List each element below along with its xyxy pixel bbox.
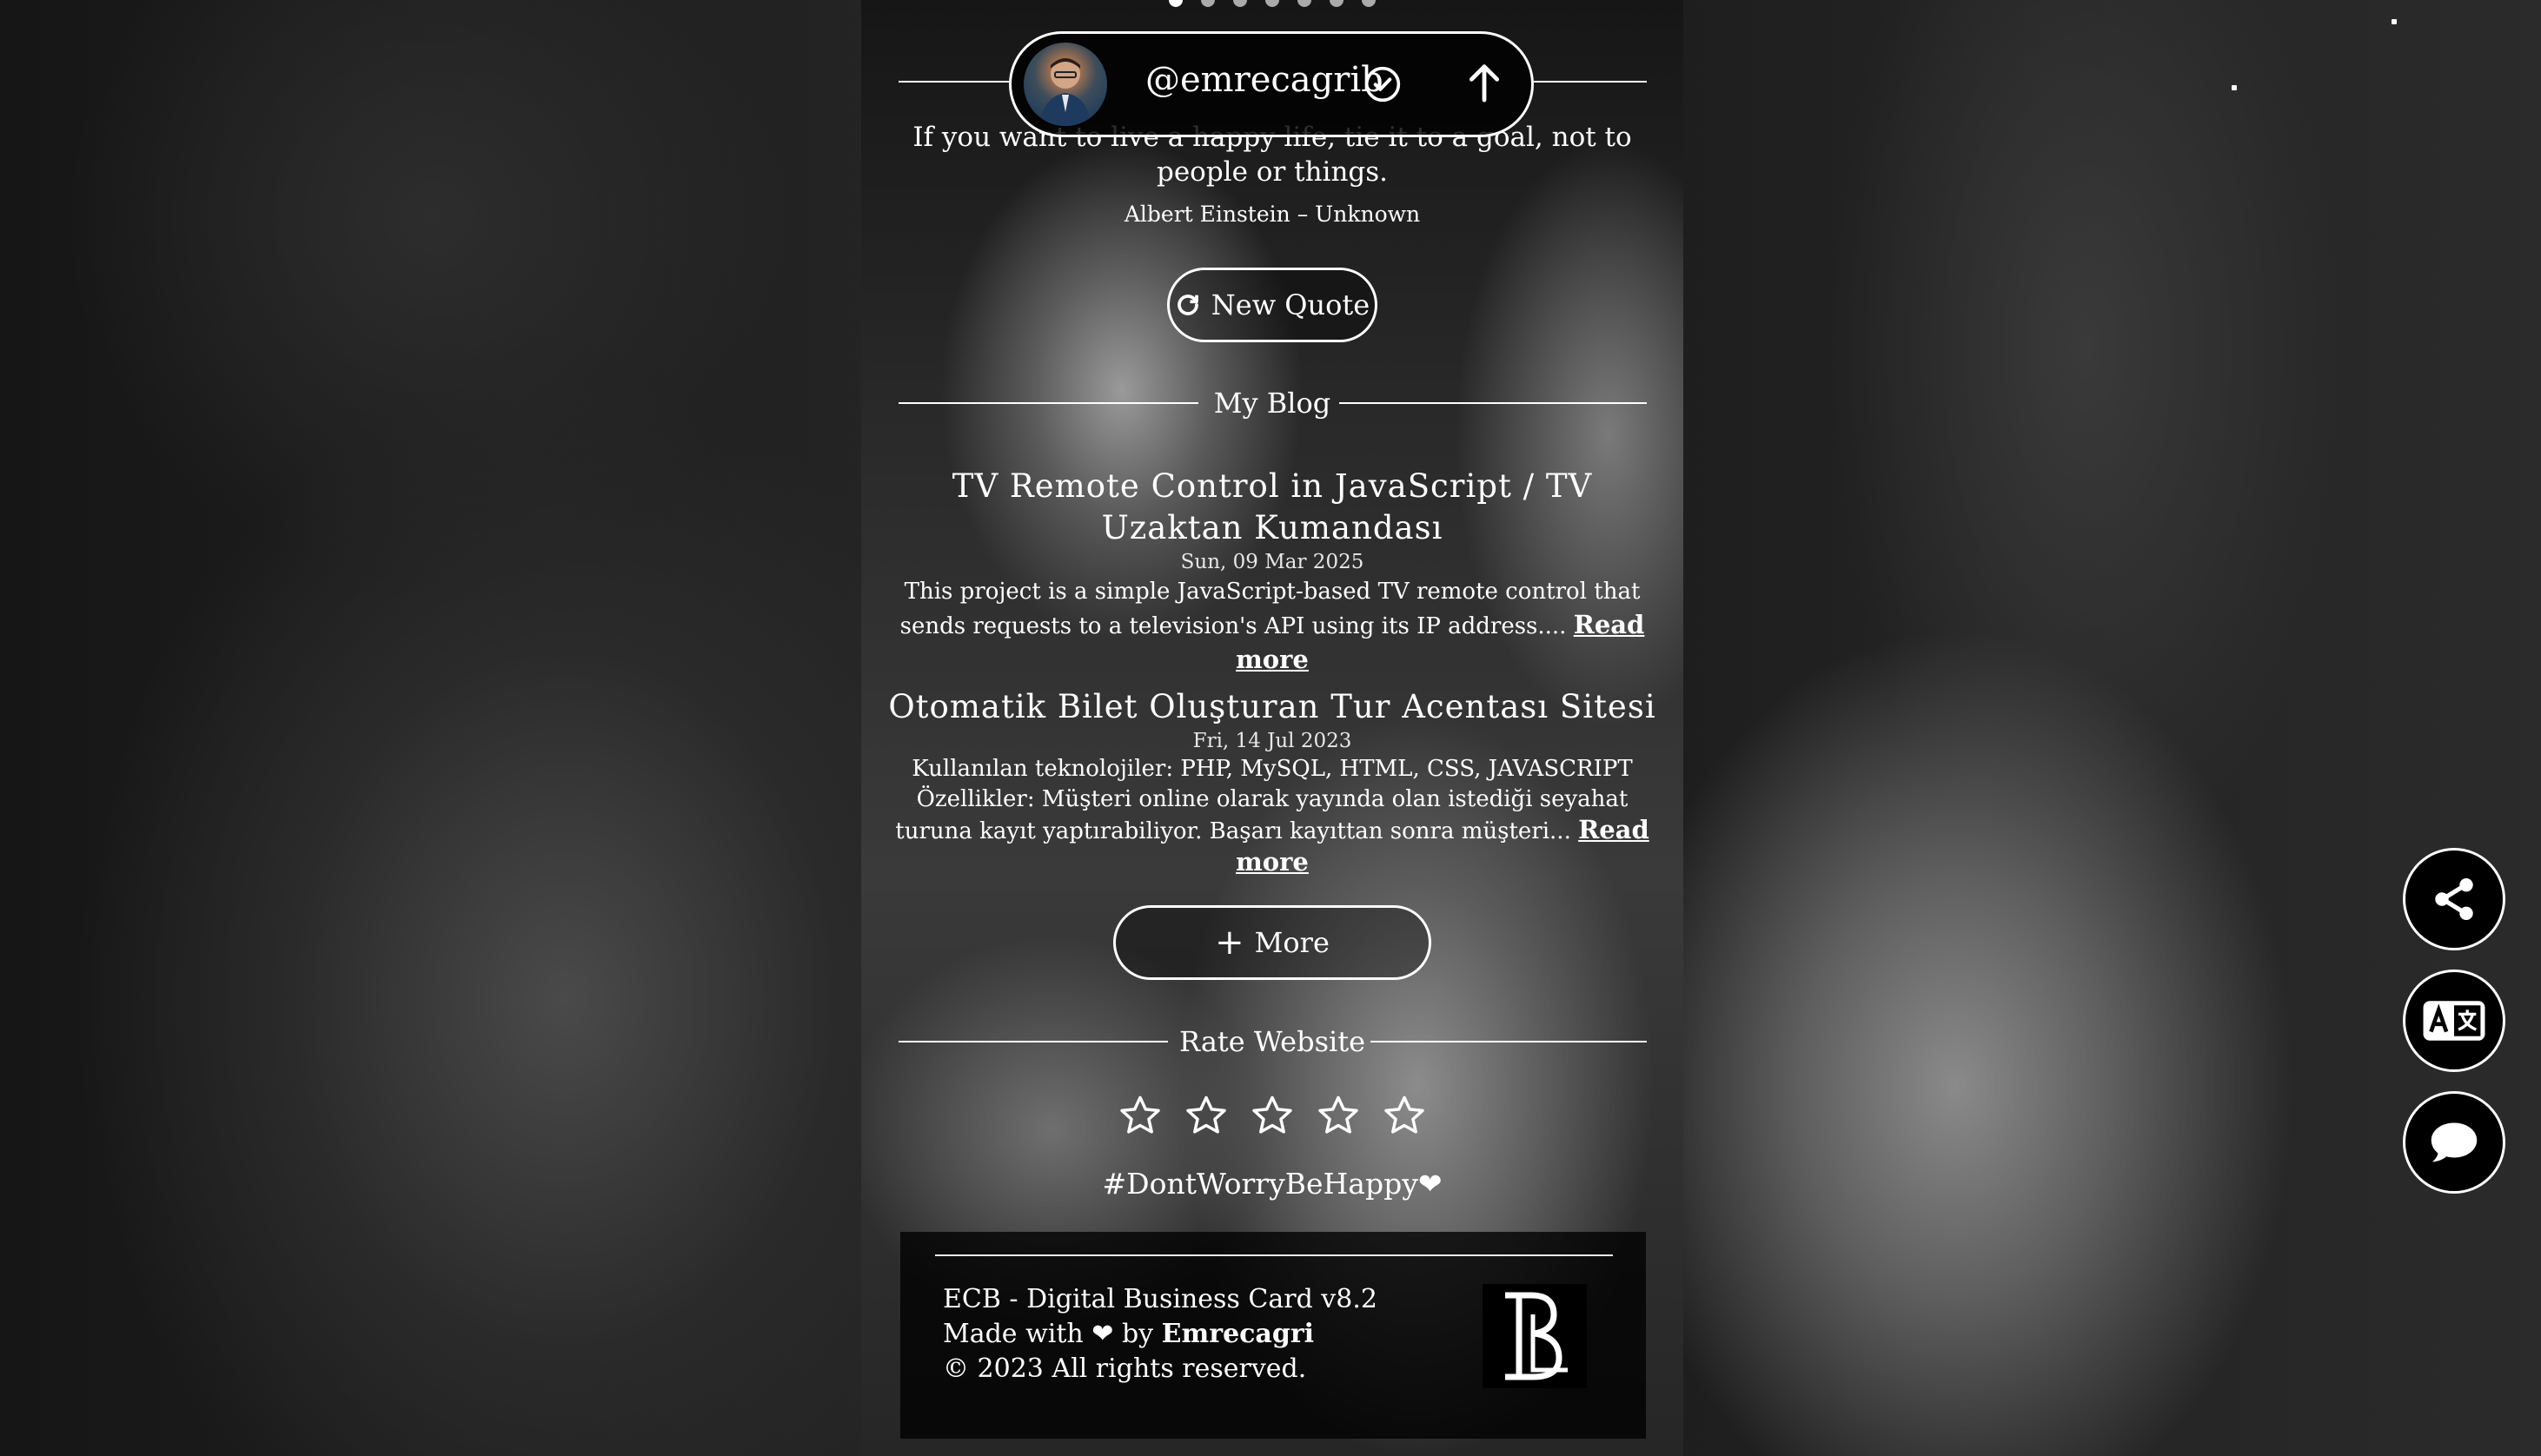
blog-post: TV Remote Control in JavaScript / TV Uza… (887, 466, 1657, 678)
footer-divider (935, 1254, 1613, 1256)
arrow-up-icon[interactable] (1465, 62, 1503, 103)
blog-post-excerpt: This project is a simple JavaScript-base… (887, 575, 1657, 678)
footer-made-with: Made with ❤ by Emrecagri (943, 1317, 1377, 1352)
blog-post-excerpt: Kullanılan teknolojiler: PHP, MySQL, HTM… (887, 754, 1657, 879)
new-quote-label: New Quote (1211, 288, 1370, 321)
quote-author: Albert Einstein – Unknown (861, 202, 1683, 227)
share-icon (2435, 877, 2473, 921)
divider (1534, 81, 1647, 83)
new-quote-button[interactable]: New Quote (1167, 268, 1377, 342)
star-rating (861, 1093, 1683, 1138)
footer-author-link[interactable]: Emrecagri (1162, 1319, 1314, 1349)
blog-post-excerpt-line: Kullanılan teknolojiler: PHP, MySQL, HTM… (912, 756, 1633, 782)
footer-text: ECB - Digital Business Card v8.2 Made wi… (943, 1282, 1377, 1387)
footer-copyright: © 2023 All rights reserved. (943, 1353, 1307, 1384)
star-icon[interactable] (1184, 1093, 1229, 1138)
slider-dot[interactable] (1233, 0, 1247, 7)
chat-icon (2431, 1122, 2478, 1162)
slider-dots (861, 0, 1683, 7)
quote-author-name: Albert Einstein (1124, 202, 1290, 227)
star-icon[interactable] (1382, 1093, 1427, 1138)
more-label: More (1254, 926, 1330, 959)
footer-version: ECB - Digital Business Card v8.2 (943, 1284, 1377, 1314)
quote-source: Unknown (1315, 202, 1421, 227)
avatar-image (1039, 58, 1091, 126)
hashtag-text: #DontWorryBeHappy❤ (1102, 1167, 1443, 1201)
brand-logo (1483, 1284, 1587, 1388)
translate-icon (2423, 1001, 2485, 1041)
blog-post-title[interactable]: Otomatik Bilet Oluşturan Tur Acentası Si… (887, 686, 1657, 728)
star-icon[interactable] (1316, 1093, 1361, 1138)
blog-section-title: My Blog (1213, 387, 1331, 420)
verified-check-icon (1364, 66, 1401, 103)
share-button[interactable] (2403, 848, 2505, 950)
footer-made-with-text: Made with ❤ by (943, 1319, 1154, 1349)
logo-icon (1505, 1292, 1568, 1380)
blog-post-date: Fri, 14 Jul 2023 (1192, 730, 1352, 752)
slider-dot[interactable] (1265, 0, 1279, 7)
slider-dot[interactable] (1330, 0, 1343, 7)
divider (899, 81, 1012, 83)
blog-post-excerpt-line: Özellikler: Müşteri online olarak yayınd… (895, 786, 1629, 844)
star-icon[interactable] (1250, 1093, 1295, 1138)
slider-dot[interactable] (1169, 0, 1183, 7)
footer: ECB - Digital Business Card v8.2 Made wi… (900, 1232, 1646, 1439)
avatar[interactable] (1024, 43, 1107, 126)
slider-dot[interactable] (1362, 0, 1376, 7)
blog-post-excerpt-text: This project is a simple JavaScript-base… (899, 579, 1641, 639)
background-dot (2232, 85, 2237, 90)
rate-section-title: Rate Website (1178, 1025, 1366, 1058)
blog-post: Otomatik Bilet Oluşturan Tur Acentası Si… (887, 686, 1657, 879)
quote-separator: – (1297, 202, 1309, 227)
background-dot (2392, 19, 2397, 24)
slider-dot[interactable] (1297, 0, 1311, 7)
blog-post-title[interactable]: TV Remote Control in JavaScript / TV Uza… (887, 466, 1657, 549)
business-card: If you want to live a happy life, tie it… (861, 0, 1683, 1456)
translate-button[interactable] (2403, 970, 2505, 1072)
more-posts-button[interactable]: + More (1113, 905, 1431, 980)
blog-post-date: Sun, 09 Mar 2025 (1180, 551, 1364, 573)
profile-header: @emrecagrib (1009, 31, 1534, 137)
plus-icon: + (1215, 923, 1244, 963)
refresh-icon (1177, 295, 1198, 315)
chat-button[interactable] (2403, 1091, 2505, 1194)
slider-dot[interactable] (1201, 0, 1215, 7)
star-icon[interactable] (1118, 1093, 1163, 1138)
username: @emrecagrib (1145, 60, 1383, 100)
